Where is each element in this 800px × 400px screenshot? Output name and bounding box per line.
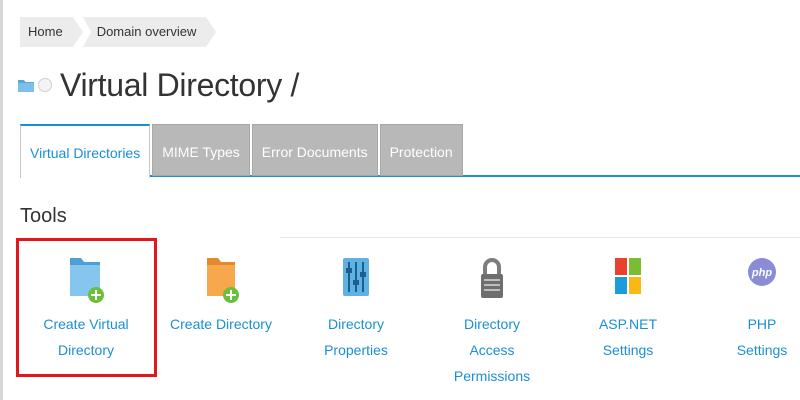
tools-divider [280,237,430,238]
lock-icon [481,258,503,298]
breadcrumb-domain-overview[interactable]: Domain overview [82,17,217,47]
aspnet-icon [615,258,641,294]
left-edge [0,0,3,400]
page-header: Virtual Directory / [18,63,299,107]
tools-heading: Tools [20,205,67,227]
aspnet-settings-label: ASP.NET Settings [598,316,658,358]
directory-access-permissions-tool[interactable]: Directory Access Permissions [441,252,543,389]
create-directory-label: Create Directory [170,316,272,332]
tab-mime-types[interactable]: MIME Types [152,124,250,176]
breadcrumb-home[interactable]: Home [20,17,83,47]
directory-access-label-line2: Permissions [453,368,531,384]
create-virtual-directory-tool[interactable]: Create Virtual Directory [20,252,152,363]
php-icon-text: php [751,267,772,279]
tab-virtual-directories[interactable]: Virtual Directories [20,124,151,178]
folder-add-icon [70,258,104,303]
tab-bar: Virtual Directories MIME Types Error Doc… [20,124,463,178]
folder-icon [18,80,34,92]
php-settings-tool[interactable]: php PHP Settings [724,252,800,363]
directory-access-permissions-label: Directory Access Permissions [441,311,543,389]
aspnet-settings-tool[interactable]: ASP.NET Settings [575,252,681,363]
php-settings-label: PHP Settings [736,316,788,358]
directory-access-label-line1: Directory Access [463,316,520,358]
folder-add-icon [207,258,239,303]
tab-protection[interactable]: Protection [379,124,463,176]
create-directory-tool[interactable]: Create Directory [170,252,272,337]
tools-divider [430,237,800,238]
page-title: Virtual Directory / [60,66,300,103]
breadcrumb: Home Domain overview [20,17,217,47]
tab-error-documents[interactable]: Error Documents [251,124,378,176]
directory-properties-label: Directory Properties [324,316,388,358]
status-indicator-icon [38,78,52,92]
php-icon: php [748,258,776,286]
sliders-icon [343,258,369,296]
directory-properties-tool[interactable]: Directory Properties [296,252,416,363]
create-virtual-directory-label: Create Virtual Directory [43,316,129,358]
